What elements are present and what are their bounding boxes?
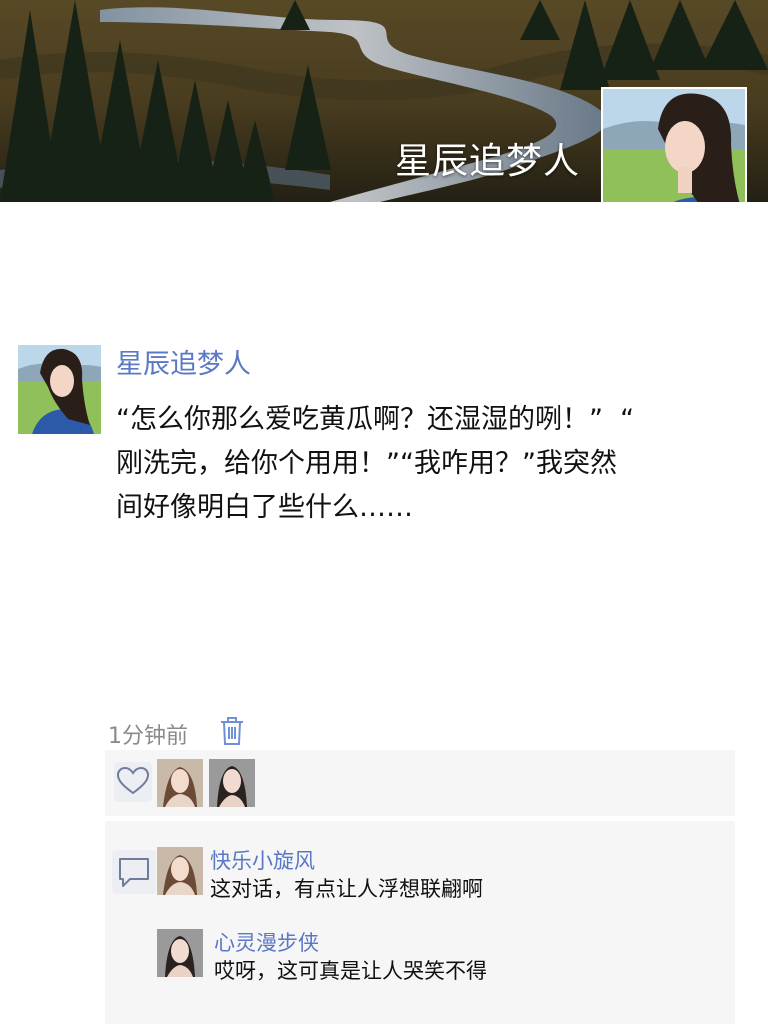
cover-username: 星辰追梦人 xyxy=(394,141,580,182)
comment-icon[interactable] xyxy=(112,850,156,894)
comment-author-avatar[interactable] xyxy=(157,929,203,977)
likes-section xyxy=(105,750,735,816)
profile-cover[interactable]: 星辰追梦人 xyxy=(0,0,768,202)
post-timestamp: 1分钟前 xyxy=(108,724,188,749)
post-author-name[interactable]: 星辰追梦人 xyxy=(116,342,251,381)
comment-text: 哎呀，这可真是让人哭笑不得 xyxy=(214,959,487,983)
like-avatar[interactable] xyxy=(209,759,255,807)
profile-avatar-image xyxy=(603,89,745,202)
heart-outline-icon[interactable] xyxy=(114,762,152,802)
trash-icon[interactable] xyxy=(219,716,245,746)
post-content: “怎么你那么爱吃黄瓜啊？还湿湿的咧！” “ 刚洗完，给你个用用！”“我咋用？”我… xyxy=(116,404,635,523)
profile-avatar[interactable] xyxy=(601,87,747,202)
comments-section: 快乐小旋风 这对话，有点让人浮想联翩啊 心灵漫步侠 哎呀，这可真是让人哭笑不得 xyxy=(105,821,735,1024)
author-avatar-image xyxy=(18,345,101,434)
like-avatar[interactable] xyxy=(157,759,203,807)
comment-author-name[interactable]: 心灵漫步侠 xyxy=(214,927,319,957)
section-divider xyxy=(105,816,735,820)
comment-text: 这对话，有点让人浮想联翩啊 xyxy=(210,877,483,901)
comment-author-name[interactable]: 快乐小旋风 xyxy=(210,845,315,875)
comment-author-avatar[interactable] xyxy=(157,847,203,895)
post-author-avatar[interactable] xyxy=(18,345,101,434)
